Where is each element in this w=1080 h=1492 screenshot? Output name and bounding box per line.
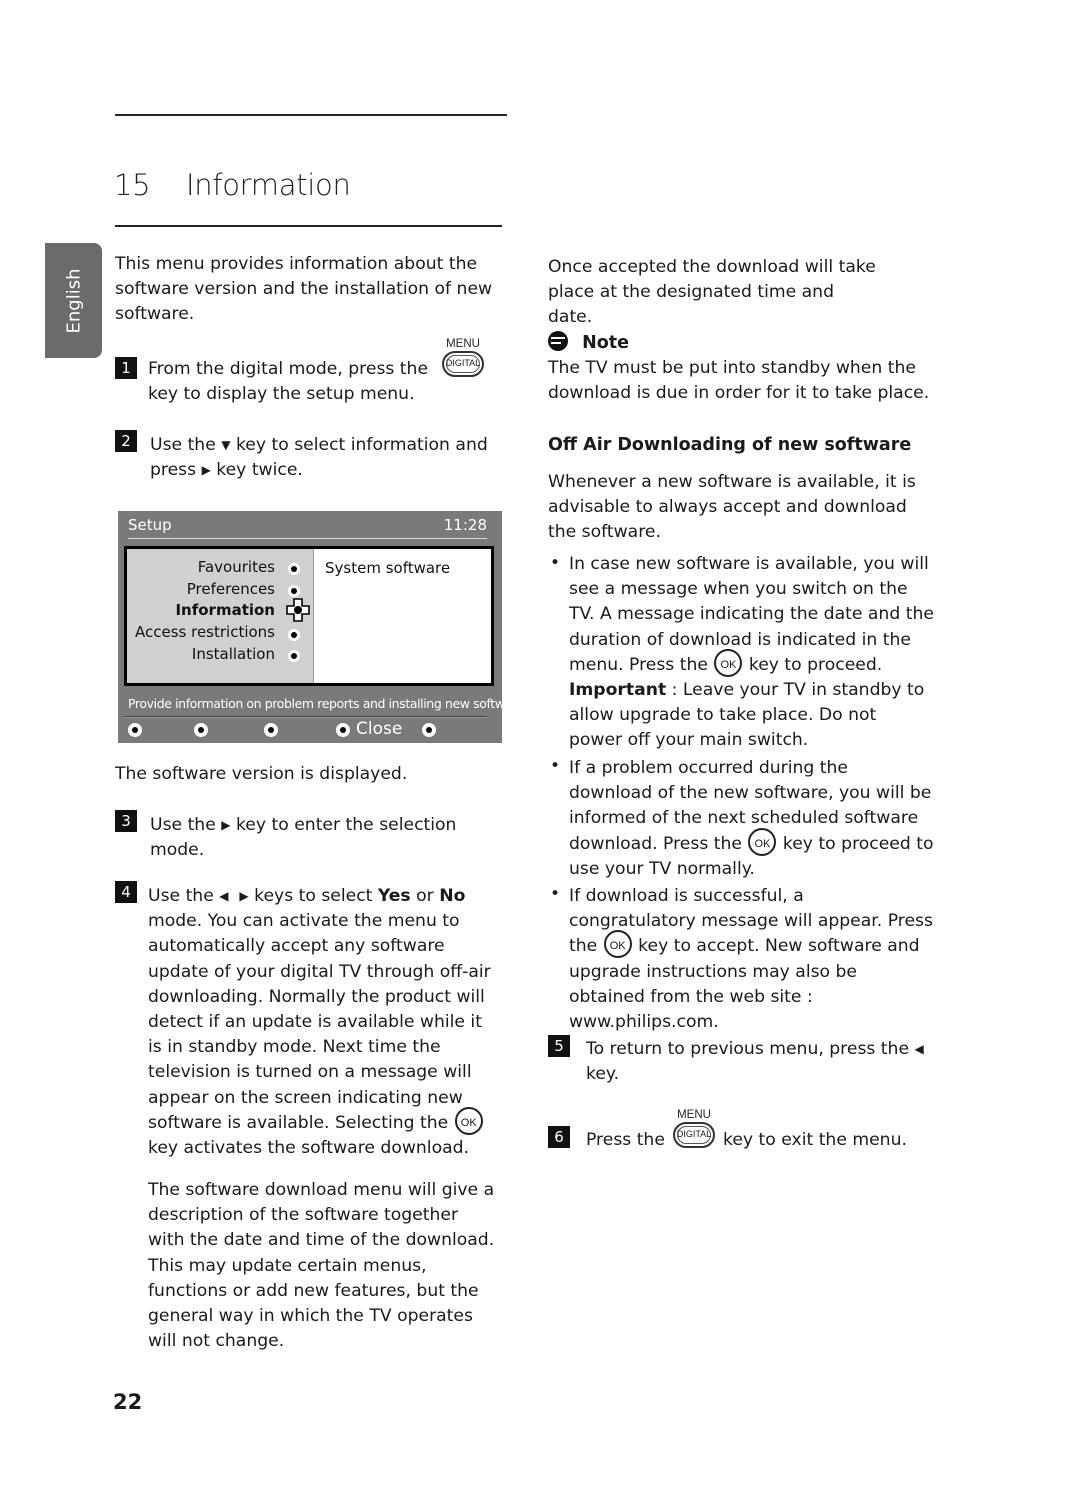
step-4-text: Use the ◀ ▶ keys to select Yes or No mod…: [148, 884, 500, 1161]
menu-key-label: MENU: [446, 338, 480, 350]
top-rule: [115, 114, 507, 116]
chapter-title: 15 Information: [114, 168, 351, 202]
step-2-text: Use the ▼ key to select information and …: [150, 433, 505, 483]
step-3-text-a: Use the: [150, 815, 216, 835]
footer-button-blue[interactable]: [336, 723, 350, 737]
note-title: Note: [582, 333, 629, 353]
ok-key-icon: OK: [454, 1106, 483, 1135]
left-arrow-icon: ◀: [914, 1042, 924, 1056]
language-tab: English: [45, 243, 102, 358]
step-4-text-a: Use the: [148, 886, 214, 906]
navigation-cross-icon: [286, 598, 310, 622]
tv-menu-description: Provide information on problem reports a…: [128, 696, 524, 711]
tv-menu-item-installation[interactable]: Installation: [192, 645, 275, 663]
left-arrow-icon: ◀: [219, 889, 229, 903]
important-label: Important: [569, 680, 667, 701]
step-2-text-c: key twice.: [216, 460, 303, 481]
bullet-new-software: In case new software is available, you w…: [569, 552, 934, 754]
step-6-text-a: Press the: [586, 1130, 665, 1150]
menu-digital-key: MENU DIGITAL: [671, 1109, 717, 1148]
step-1-text-b: key to display the setup menu.: [148, 384, 415, 404]
bullet-marker: •: [550, 756, 561, 776]
step-4-badge: 4: [115, 881, 137, 903]
bullet-download-success: If download is successful, a congratulat…: [569, 884, 934, 1035]
note-icon: [548, 331, 568, 351]
step-4-text-c: or: [416, 886, 434, 906]
step-6-badge: 6: [548, 1126, 570, 1148]
radio-dot-icon: [288, 585, 300, 597]
step-4-text-e: key activates the software download.: [148, 1138, 469, 1159]
radio-dot-icon: [288, 650, 300, 662]
step-2-badge: 2: [115, 430, 137, 452]
tv-menu-title: Setup: [128, 516, 172, 534]
bullet-marker: •: [550, 553, 561, 573]
off-air-intro: Whenever a new software is available, it…: [548, 472, 916, 543]
step-5-badge: 5: [548, 1035, 570, 1057]
step-1-text-cont: key to display the setup menu.: [148, 382, 488, 407]
right-arrow-icon: ▶: [201, 463, 211, 478]
menu-key-label: MENU: [677, 1109, 711, 1121]
digital-key-icon: DIGITAL: [673, 1122, 715, 1148]
step-4-text-b: keys to select: [254, 886, 373, 906]
tv-menu-item-preferences[interactable]: Preferences: [187, 580, 275, 598]
step-1-text: From the digital mode, press the: [148, 357, 438, 382]
note-text: The TV must be put into standby when the…: [548, 358, 930, 404]
step-3-badge: 3: [115, 810, 137, 832]
step-1-badge: 1: [115, 357, 137, 379]
down-arrow-icon: ▼: [221, 438, 231, 452]
version-displayed-text: The software version is displayed.: [115, 764, 408, 784]
step-6-text-b: key to exit the menu.: [723, 1130, 907, 1150]
tv-menu-detail: System software: [325, 559, 451, 577]
footer-button-yellow[interactable]: [264, 723, 278, 737]
page-number: 22: [113, 1390, 143, 1414]
chapter-number: 15: [114, 168, 151, 202]
radio-dot-icon: [288, 563, 300, 575]
ok-key-icon: OK: [603, 930, 632, 959]
off-air-heading: Off Air Downloading of new software: [548, 435, 912, 455]
step-5-text-b: key.: [586, 1064, 620, 1085]
bullet-download-problem: If a problem occurred during the downloa…: [569, 756, 934, 882]
step-5-text-a: To return to previous menu, press the: [586, 1039, 910, 1059]
close-label[interactable]: Close: [356, 719, 402, 739]
chapter-title-text: Information: [186, 168, 351, 202]
footer-button-green[interactable]: [194, 723, 208, 737]
download-accepted-paragraph: Once accepted the download will take pla…: [548, 257, 876, 328]
tv-menu-clock: 11:28: [443, 516, 487, 534]
step-4-paragraph-2: The software download menu will give a d…: [148, 1180, 495, 1352]
intro-paragraph: This menu provides information about the…: [115, 254, 493, 325]
bullet-marker: •: [550, 884, 561, 904]
menu-digital-key: MENU DIGITAL: [440, 338, 486, 377]
language-label: English: [63, 268, 84, 333]
step-1-text-a: From the digital mode, press the: [148, 359, 429, 379]
right-arrow-icon: ▶: [239, 889, 249, 903]
footer-button-red[interactable]: [128, 723, 142, 737]
tv-menu-item-information[interactable]: Information: [175, 601, 275, 619]
bullet-1-text-b: key to proceed.: [748, 654, 883, 675]
tv-menu-divider: [124, 716, 487, 718]
tv-menu-item-favourites[interactable]: Favourites: [198, 558, 275, 576]
step-5-text: To return to previous menu, press the ◀ …: [586, 1037, 931, 1087]
note-heading: Note: [548, 331, 629, 353]
no-option: No: [439, 886, 466, 906]
tv-menu-header: Setup 11:28: [128, 516, 487, 539]
ok-key-icon: OK: [748, 827, 777, 856]
step-4-text-d: mode. You can activate the menu to autom…: [148, 911, 491, 1133]
yes-option: Yes: [377, 886, 411, 906]
ok-key-icon: OK: [714, 648, 743, 677]
footer-button-option[interactable]: [422, 723, 436, 737]
title-rule: [115, 225, 502, 227]
step-2-text-a: Use the: [150, 435, 216, 455]
tv-menu-list: Favourites Preferences Information Acces…: [127, 549, 314, 683]
tv-menu-panel: Favourites Preferences Information Acces…: [124, 546, 494, 686]
tv-menu-item-access-restrictions[interactable]: Access restrictions: [135, 623, 275, 641]
digital-key-icon: DIGITAL: [442, 351, 484, 377]
radio-dot-icon: [288, 629, 300, 641]
tv-setup-menu: Setup 11:28 Favourites Preferences Infor…: [118, 511, 524, 743]
step-3-text: Use the ▶ key to enter the selection mod…: [150, 813, 495, 863]
right-arrow-icon: ▶: [221, 818, 231, 832]
